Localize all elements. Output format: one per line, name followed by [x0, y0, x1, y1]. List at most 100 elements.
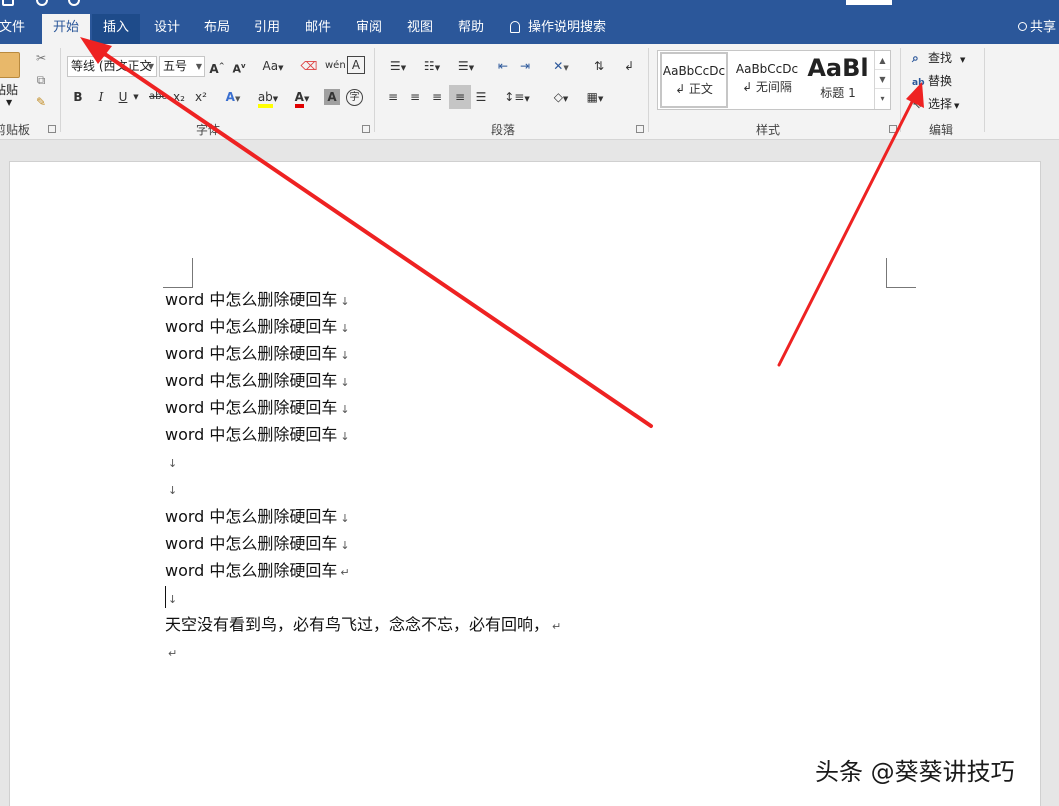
multilevel-list-icon[interactable]: ☰▼ [452, 56, 480, 76]
paragraph-launcher-icon[interactable] [636, 125, 644, 133]
grow-font-button[interactable]: A^ [209, 56, 225, 76]
font-color-icon[interactable]: A▼ [289, 87, 315, 108]
line-break-mark: ↓ [340, 295, 350, 308]
phonetic-guide-icon[interactable]: wén [325, 56, 346, 76]
document-line[interactable]: word 中怎么删除硬回车 ↓ [165, 370, 350, 392]
tab-home[interactable]: 开始 [42, 14, 90, 44]
enclose-characters-icon[interactable]: 字 [346, 89, 363, 106]
document-line[interactable]: word 中怎么删除硬回车 ↓ [165, 343, 350, 365]
superscript-button[interactable]: x² [192, 87, 210, 107]
document-page[interactable]: word 中怎么删除硬回车 ↓ word 中怎么删除硬回车 ↓ word 中怎么删除… [9, 161, 1041, 806]
document-line[interactable]: word 中怎么删除硬回车 ↓ [165, 533, 350, 555]
lightbulb-icon [510, 21, 520, 33]
increase-indent-icon[interactable]: ⇥ [516, 56, 534, 76]
bold-button[interactable]: B [70, 87, 86, 107]
tab-review[interactable]: 审阅 [345, 14, 393, 44]
divider [648, 48, 649, 132]
share-button[interactable]: 共享 [1018, 14, 1056, 42]
chevron-down-icon: ▼ [960, 56, 966, 64]
style-normal[interactable]: AaBbCcDc ↲ 正文 [660, 52, 728, 108]
tab-help[interactable]: 帮助 [447, 14, 495, 44]
subscript-button[interactable]: x₂ [170, 87, 188, 107]
font-launcher-icon[interactable] [362, 125, 370, 133]
document-line[interactable]: word 中怎么删除硬回车 ↓ [165, 506, 350, 528]
justify-icon[interactable]: ≡ [449, 85, 471, 109]
divider [60, 48, 61, 132]
shading-icon[interactable]: ◇▼ [546, 87, 576, 107]
shrink-font-button[interactable]: Av [231, 56, 247, 76]
strikethrough-button[interactable]: abc [147, 87, 169, 107]
character-border-icon[interactable]: A [347, 56, 365, 74]
document-line[interactable]: ↓ [165, 587, 177, 609]
numbering-icon[interactable]: ☷▼ [418, 56, 446, 76]
decrease-indent-icon[interactable]: ⇤ [494, 56, 512, 76]
font-name-select[interactable]: 等线 (西文正文 ▼ [67, 56, 157, 77]
document-line[interactable]: word 中怎么删除硬回车 ↓ [165, 397, 350, 419]
style-no-spacing[interactable]: AaBbCcDc ↲ 无间隔 [732, 52, 802, 108]
highlight-icon[interactable]: ab▼ [255, 87, 281, 108]
document-line[interactable]: ↓ [165, 478, 177, 500]
distributed-icon[interactable]: ☰ [472, 87, 490, 107]
editing-group-label: 编辑 [929, 123, 954, 137]
account-box[interactable] [846, 0, 892, 5]
chevron-down-icon[interactable]: ▼ [875, 70, 890, 89]
document-line[interactable]: word 中怎么删除硬回车 ↵ [165, 560, 350, 582]
tab-file[interactable]: 文件 [0, 14, 28, 44]
person-icon [1018, 22, 1027, 31]
more-styles-icon[interactable]: ▾ [875, 89, 890, 108]
line-break-mark: ↓ [340, 376, 350, 389]
ribbon-tab-bar: 文件 开始 插入 设计 布局 引用 邮件 审阅 视图 帮助 操作说明搜索 共享 [0, 0, 1059, 44]
line-break-mark: ↓ [340, 512, 350, 525]
clipboard-icon [0, 52, 20, 78]
select-button[interactable]: ⇖ 选择 ▼ [912, 94, 959, 114]
align-left-icon[interactable]: ≡ [384, 87, 402, 107]
text-effects-icon[interactable]: A▼ [221, 87, 245, 107]
cursor-icon: ⇖ [912, 97, 923, 111]
styles-launcher-icon[interactable] [889, 125, 897, 133]
copy-icon[interactable]: ⧉ [32, 70, 50, 90]
clipboard-group-label: 剪贴板 [0, 123, 31, 137]
document-line[interactable]: ↓ [165, 451, 177, 473]
line-spacing-icon[interactable]: ↕≡▼ [502, 87, 532, 107]
change-case-button[interactable]: Aa▼ [258, 56, 288, 76]
show-marks-icon[interactable]: ↲ [620, 56, 638, 76]
bullets-icon[interactable]: ☰▼ [384, 56, 412, 76]
document-line[interactable]: 天空没有看到鸟，必有鸟飞过，念念不忘，必有回响， ↵ [165, 614, 561, 636]
find-button[interactable]: ⌕ 查找 ▼ [912, 48, 965, 68]
font-size-select[interactable]: 五号 ▼ [159, 56, 205, 77]
paragraph-mark: ↵ [168, 647, 178, 660]
title-bar [0, 0, 1059, 6]
borders-icon[interactable]: ▦▼ [580, 87, 610, 107]
clear-formatting-icon[interactable]: ⌫ [300, 56, 318, 76]
italic-button[interactable]: I [93, 87, 109, 107]
chevron-down-icon[interactable]: ▼ [131, 87, 141, 107]
sort-icon[interactable]: ⇅ [590, 56, 608, 76]
align-center-icon[interactable]: ≡ [406, 87, 424, 107]
paste-button[interactable]: 粘贴 ▼ [0, 52, 26, 114]
tab-design[interactable]: 设计 [143, 14, 191, 44]
tab-references[interactable]: 引用 [243, 14, 291, 44]
document-line[interactable]: word 中怎么删除硬回车 ↓ [165, 316, 350, 338]
tab-layout[interactable]: 布局 [193, 14, 241, 44]
tab-mailings[interactable]: 邮件 [294, 14, 342, 44]
undo-icon[interactable] [36, 0, 48, 6]
chevron-up-icon[interactable]: ▲ [875, 51, 890, 70]
cut-icon[interactable]: ✂ [32, 48, 50, 68]
underline-button[interactable]: U [115, 87, 131, 107]
align-right-icon[interactable]: ≡ [428, 87, 446, 107]
tab-insert[interactable]: 插入 [92, 14, 140, 44]
character-shading-icon[interactable]: A [324, 89, 340, 105]
replace-button[interactable]: ab 替换 [912, 71, 952, 91]
chinese-layout-icon[interactable]: ✕▼ [546, 56, 576, 76]
redo-icon[interactable] [68, 0, 80, 6]
save-icon[interactable] [2, 0, 14, 6]
clipboard-launcher-icon[interactable] [48, 125, 56, 133]
format-painter-icon[interactable]: ✎ [32, 92, 50, 112]
tell-me-search[interactable]: 操作说明搜索 [510, 14, 620, 44]
tab-view[interactable]: 视图 [396, 14, 444, 44]
document-line[interactable]: word 中怎么删除硬回车 ↓ [165, 424, 350, 446]
divider [984, 48, 985, 132]
document-line[interactable]: ↵ [165, 641, 177, 663]
document-line[interactable]: word 中怎么删除硬回车 ↓ [165, 289, 350, 311]
style-heading-1[interactable]: AaBl 标题 1 [806, 52, 870, 108]
